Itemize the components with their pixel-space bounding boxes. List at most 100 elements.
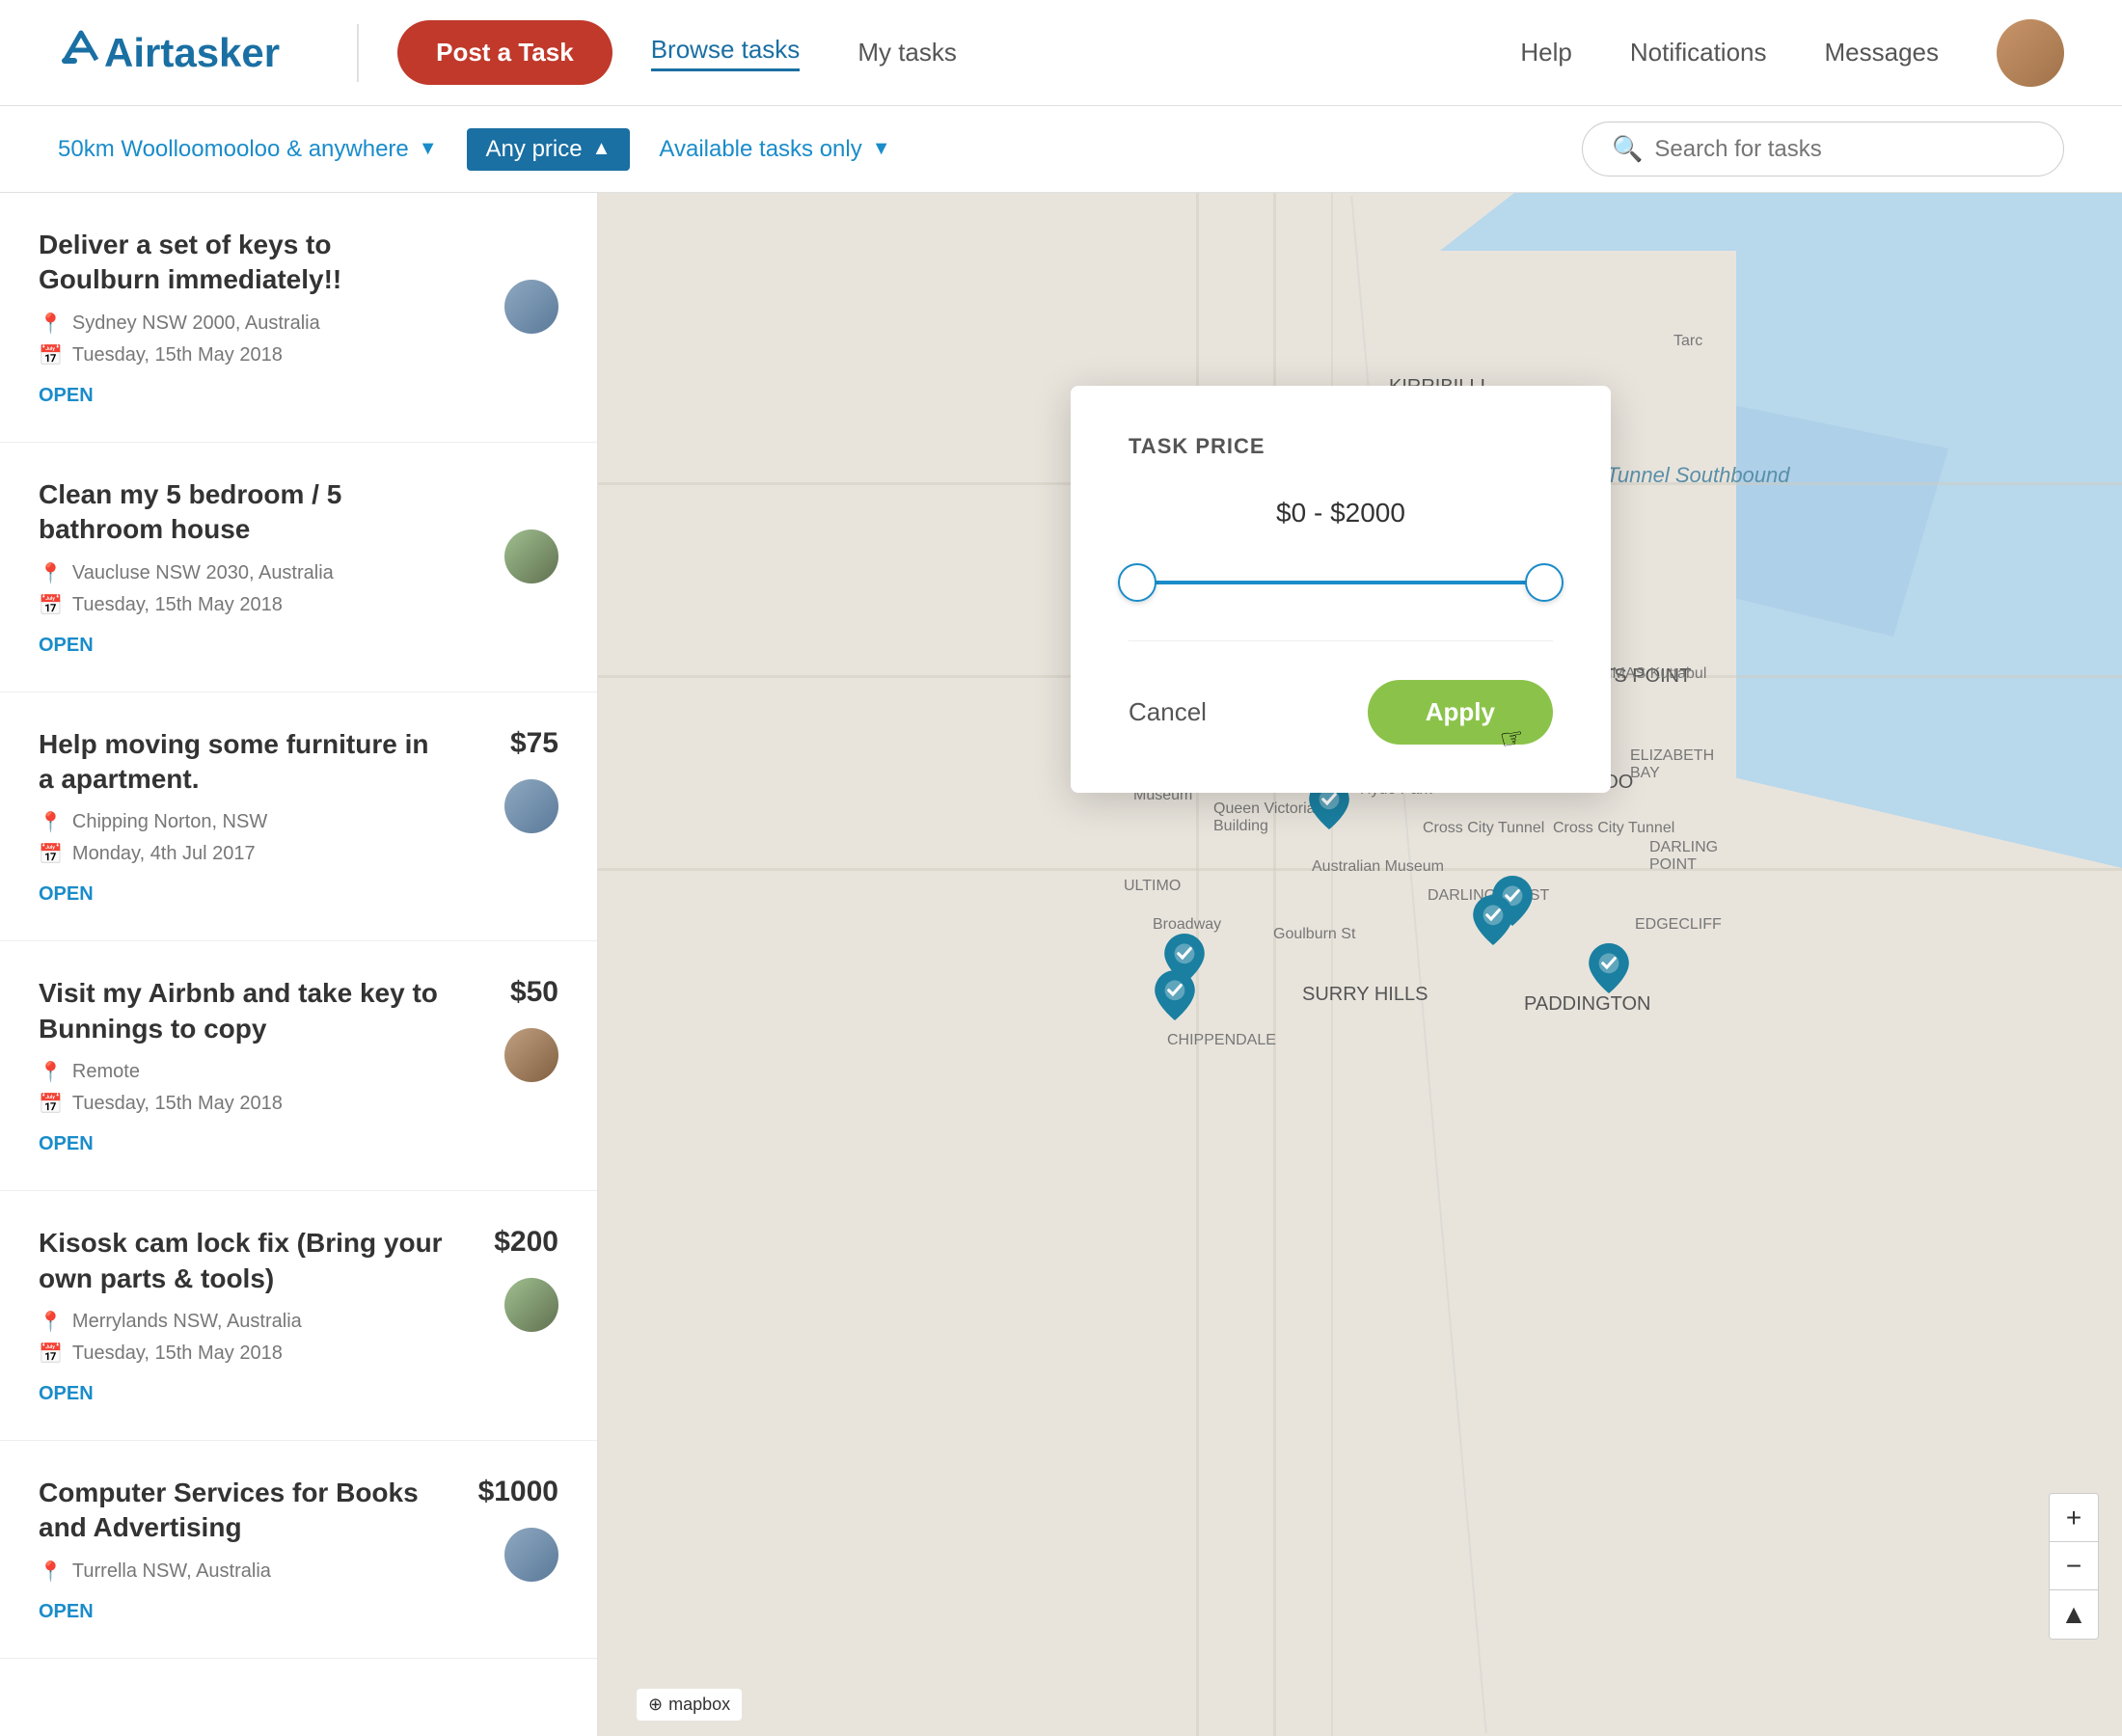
task-status: OPEN — [39, 1133, 94, 1155]
header-divider — [357, 24, 359, 82]
search-box: 🔍 — [1582, 122, 2064, 176]
task-location: 📍 Vaucluse NSW 2030, Australia — [39, 561, 558, 585]
task-title: Deliver a set of keys to Goulburn immedi… — [39, 228, 558, 298]
task-location: 📍 Turrella NSW, Australia — [39, 1560, 558, 1584]
main-nav: Browse tasks My tasks — [651, 35, 957, 71]
task-title: Visit my Airbnb and take key to Bunnings… — [39, 976, 558, 1046]
task-title: Help moving some furniture in a apartmen… — [39, 727, 558, 798]
avatar-image — [1997, 19, 2064, 87]
mapbox-compass-icon: ⊕ — [648, 1695, 663, 1715]
road-horizontal — [598, 868, 2122, 871]
task-item[interactable]: $50 Visit my Airbnb and take key to Bunn… — [0, 941, 597, 1191]
apply-button-wrapper: Apply ☞ — [1368, 680, 1553, 745]
task-avatar — [504, 1528, 558, 1582]
calendar-icon: 📅 — [39, 1092, 63, 1116]
task-date: 📅 Tuesday, 15th May 2018 — [39, 1342, 558, 1366]
task-item[interactable]: Deliver a set of keys to Goulburn immedi… — [0, 193, 597, 443]
search-input[interactable] — [1654, 136, 2034, 163]
cancel-button[interactable]: Cancel — [1129, 697, 1207, 727]
location-icon: 📍 — [39, 312, 63, 336]
dropdown-title: TASK PRICE — [1129, 434, 1553, 459]
location-icon: 📍 — [39, 561, 63, 585]
price-slider[interactable] — [1129, 563, 1553, 602]
location-filter-label: 50km Woolloomooloo & anywhere — [58, 136, 409, 163]
slider-track — [1129, 581, 1553, 584]
mapbox-logo: ⊕ mapbox — [637, 1689, 742, 1721]
task-title: Kisosk cam lock fix (Bring your own part… — [39, 1226, 558, 1296]
price-filter-label: Any price — [486, 136, 583, 163]
main-content: Deliver a set of keys to Goulburn immedi… — [0, 193, 2122, 1736]
task-date: 📅 Monday, 4th Jul 2017 — [39, 842, 558, 866]
nav-browse-tasks[interactable]: Browse tasks — [651, 35, 801, 71]
apply-button[interactable]: Apply — [1368, 680, 1553, 745]
header-right: Help Notifications Messages — [1520, 19, 2064, 87]
search-icon: 🔍 — [1612, 134, 1643, 164]
post-task-button[interactable]: Post a Task — [397, 20, 612, 85]
task-status: OPEN — [39, 1601, 94, 1623]
price-filter-button[interactable]: Any price ▲ — [467, 128, 631, 171]
task-status: OPEN — [39, 883, 94, 906]
calendar-icon: 📅 — [39, 593, 63, 617]
header: Airtasker Post a Task Browse tasks My ta… — [0, 0, 2122, 106]
task-avatar — [504, 1278, 558, 1332]
task-location: 📍 Merrylands NSW, Australia — [39, 1310, 558, 1334]
logo-text: Airtasker — [104, 30, 280, 76]
map-pin[interactable] — [1154, 970, 1196, 1020]
availability-filter-button[interactable]: Available tasks only ▼ — [659, 126, 890, 173]
location-icon: 📍 — [39, 810, 63, 834]
task-avatar — [504, 779, 558, 833]
help-link[interactable]: Help — [1520, 38, 1571, 68]
location-icon: 📍 — [39, 1060, 63, 1084]
map-pin[interactable] — [1472, 895, 1514, 945]
subheader: 50km Woolloomooloo & anywhere ▼ Any pric… — [0, 106, 2122, 193]
map-attribution: ⊕ mapbox — [637, 1689, 742, 1721]
nav-my-tasks[interactable]: My tasks — [857, 38, 957, 68]
task-price: $200 — [494, 1226, 558, 1259]
task-status: OPEN — [39, 1383, 94, 1405]
task-item[interactable]: $1000 Computer Services for Books and Ad… — [0, 1441, 597, 1659]
task-location: 📍 Remote — [39, 1060, 558, 1084]
zoom-in-button[interactable]: + — [2050, 1494, 2098, 1542]
location-icon: 📍 — [39, 1310, 63, 1334]
map-area: Sydney KIRRIBILLI MILLERSPOINT THE ROCKS… — [598, 193, 2122, 1736]
messages-link[interactable]: Messages — [1825, 38, 1940, 68]
dropdown-actions: Cancel Apply ☞ — [1129, 680, 1553, 745]
user-avatar[interactable] — [1997, 19, 2064, 87]
task-title: Clean my 5 bedroom / 5 bathroom house — [39, 477, 558, 548]
slider-thumb-min[interactable] — [1118, 563, 1156, 602]
price-dropdown: TASK PRICE $0 - $2000 Cancel Apply ☞ — [1071, 386, 1611, 793]
availability-filter-label: Available tasks only — [659, 136, 861, 163]
task-item[interactable]: $200 Kisosk cam lock fix (Bring your own… — [0, 1191, 597, 1441]
calendar-icon: 📅 — [39, 343, 63, 367]
map-controls: + − ▲ — [2049, 1493, 2099, 1640]
notifications-link[interactable]: Notifications — [1630, 38, 1767, 68]
calendar-icon: 📅 — [39, 1342, 63, 1366]
reset-north-button[interactable]: ▲ — [2050, 1590, 2098, 1639]
task-price: $1000 — [478, 1476, 558, 1508]
price-range-label: $0 - $2000 — [1129, 498, 1553, 529]
task-item[interactable]: Clean my 5 bedroom / 5 bathroom house 📍 … — [0, 443, 597, 692]
slider-thumb-max[interactable] — [1525, 563, 1564, 602]
zoom-out-button[interactable]: − — [2050, 1542, 2098, 1590]
task-status: OPEN — [39, 635, 94, 657]
task-date: 📅 Tuesday, 15th May 2018 — [39, 1092, 558, 1116]
task-item[interactable]: $75 Help moving some furniture in a apar… — [0, 692, 597, 942]
location-caret-icon: ▼ — [419, 138, 438, 160]
task-avatar — [504, 529, 558, 583]
task-avatar — [504, 280, 558, 334]
task-date: 📅 Tuesday, 15th May 2018 — [39, 343, 558, 367]
location-icon: 📍 — [39, 1560, 63, 1584]
task-price: $75 — [510, 727, 558, 760]
map-pin[interactable] — [1588, 943, 1630, 993]
logo-icon — [58, 29, 104, 76]
task-list: Deliver a set of keys to Goulburn immedi… — [0, 193, 598, 1736]
task-avatar — [504, 1028, 558, 1082]
availability-caret-icon: ▼ — [872, 138, 891, 160]
task-date: 📅 Tuesday, 15th May 2018 — [39, 593, 558, 617]
location-filter-button[interactable]: 50km Woolloomooloo & anywhere ▼ — [58, 126, 438, 173]
task-price: $50 — [510, 976, 558, 1009]
task-location: 📍 Sydney NSW 2000, Australia — [39, 312, 558, 336]
task-status: OPEN — [39, 385, 94, 407]
task-location: 📍 Chipping Norton, NSW — [39, 810, 558, 834]
dropdown-divider — [1129, 640, 1553, 641]
